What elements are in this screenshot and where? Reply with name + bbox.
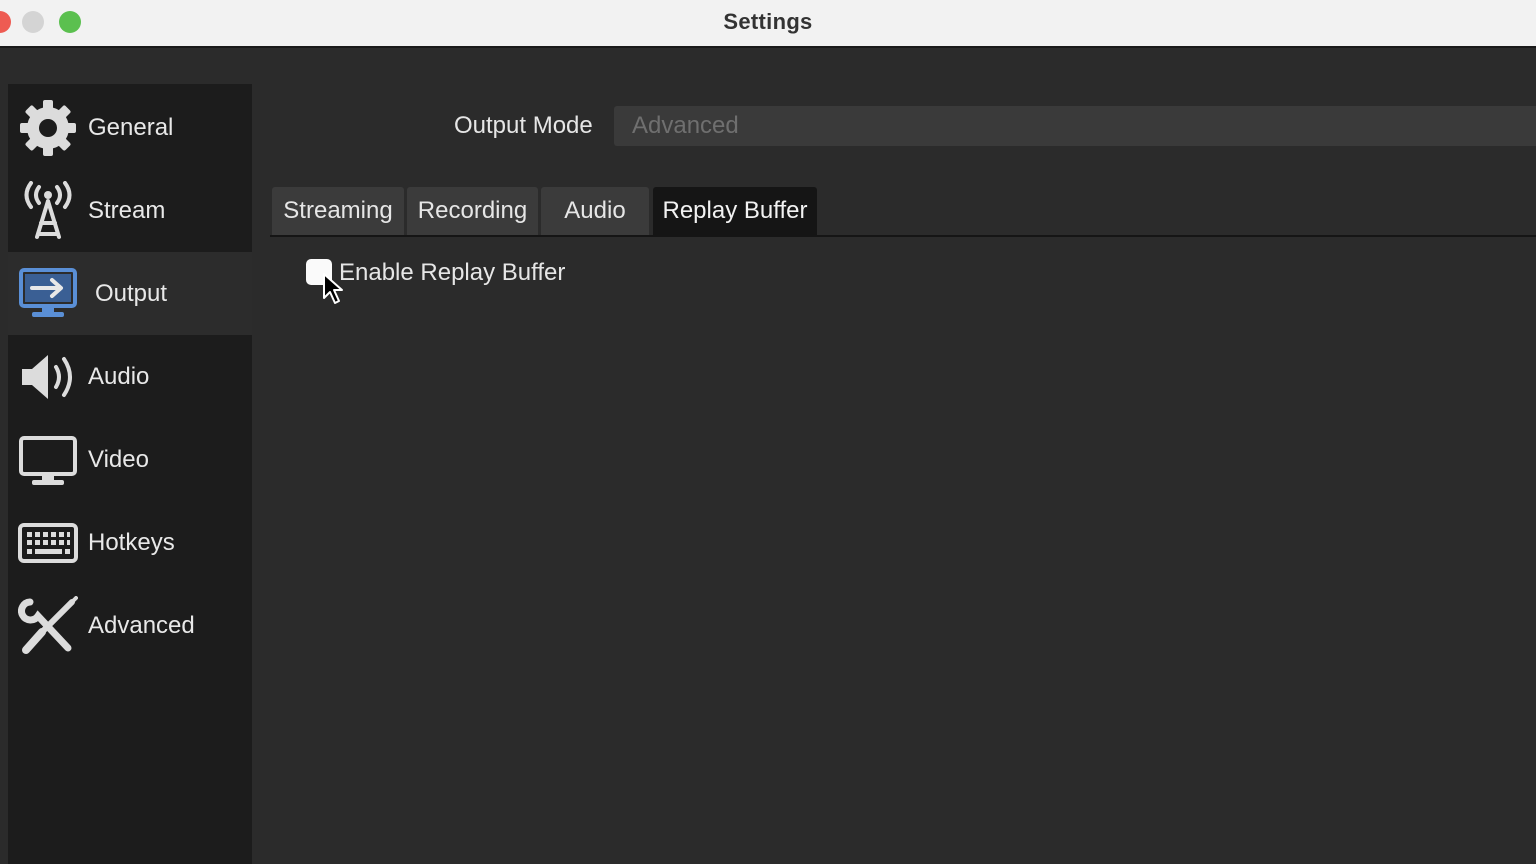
sidebar-item-output[interactable]: Output xyxy=(8,252,252,335)
sidebar-item-general[interactable]: General xyxy=(8,86,252,169)
settings-sidebar: General Stream Output Audio Video Hotkey… xyxy=(8,84,252,864)
window-title: Settings xyxy=(723,9,813,34)
title-bar: Settings xyxy=(0,0,1536,48)
sidebar-item-label: Audio xyxy=(88,362,150,390)
sidebar-item-label: Advanced xyxy=(88,611,195,639)
gear-icon xyxy=(18,98,78,158)
tab-replay-buffer[interactable]: Replay Buffer xyxy=(653,187,817,235)
tab-audio[interactable]: Audio xyxy=(541,187,649,235)
monitor-icon xyxy=(18,430,78,490)
keyboard-icon xyxy=(18,513,78,573)
broadcast-tower-icon xyxy=(18,180,78,241)
sidebar-item-audio[interactable]: Audio xyxy=(8,335,252,418)
tab-recording[interactable]: Recording xyxy=(407,187,538,235)
tab-streaming[interactable]: Streaming xyxy=(272,187,404,235)
wrench-screwdriver-icon xyxy=(18,595,78,656)
monitor-output-icon xyxy=(18,264,78,324)
speaker-icon xyxy=(18,347,78,407)
sidebar-item-hotkeys[interactable]: Hotkeys xyxy=(8,501,252,584)
output-mode-label: Output Mode xyxy=(454,112,593,139)
sidebar-item-advanced[interactable]: Advanced xyxy=(8,584,252,667)
sidebar-item-label: Hotkeys xyxy=(88,528,175,556)
sidebar-item-label: General xyxy=(88,113,174,141)
enable-replay-buffer-checkbox[interactable] xyxy=(306,259,332,285)
sidebar-item-video[interactable]: Video xyxy=(8,418,252,501)
output-mode-select[interactable]: Advanced xyxy=(614,106,1536,146)
sidebar-item-label: Output xyxy=(95,279,168,307)
tab-divider xyxy=(270,235,1536,237)
sidebar-item-stream[interactable]: Stream xyxy=(8,169,252,252)
enable-replay-buffer-label[interactable]: Enable Replay Buffer xyxy=(339,259,565,287)
sidebar-item-label: Video xyxy=(88,445,149,473)
sidebar-item-label: Stream xyxy=(88,196,166,224)
